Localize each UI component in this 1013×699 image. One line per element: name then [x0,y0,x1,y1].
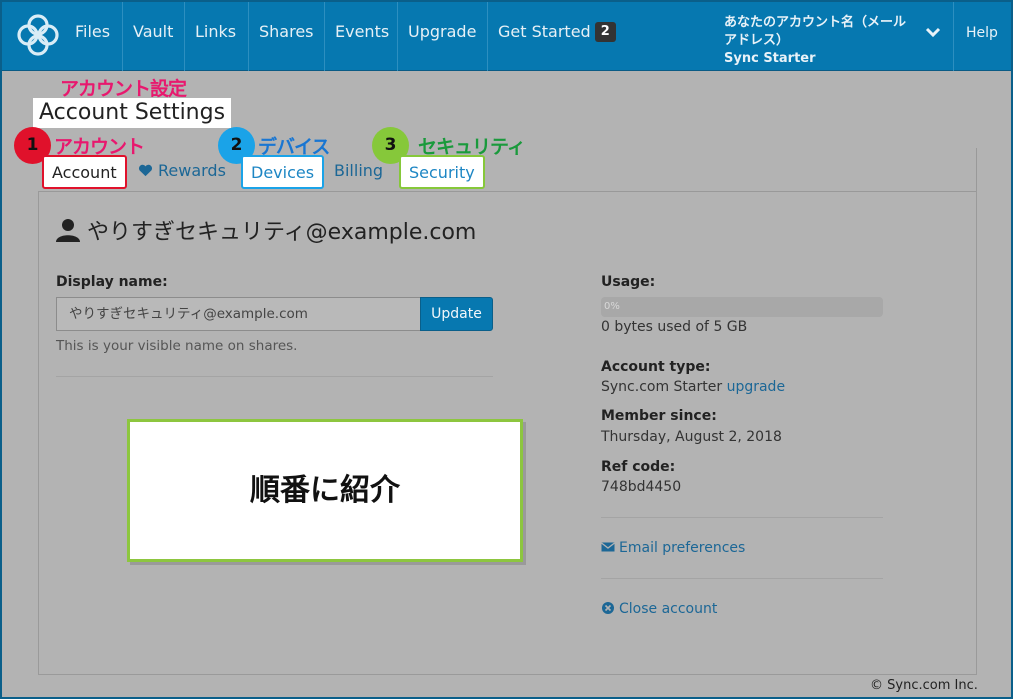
account-email-heading: やりすぎセキュリティ@example.com [87,220,477,245]
account-plan: Sync Starter [724,51,816,66]
email-preferences-label: Email preferences [619,540,746,556]
top-navbar: Files Vault Links Shares Events Upgrade … [2,2,1011,71]
sync-logo-icon[interactable] [14,11,62,59]
tab-billing[interactable]: Billing [326,155,391,189]
footer-copyright: © Sync.com Inc. [870,678,978,693]
nav-vault[interactable]: Vault [122,2,183,71]
usage-label: Usage: [601,274,656,290]
annotation-callout: 順番に紹介 [127,419,523,562]
usage-detail: 0 bytes used of 5 GB [601,319,748,335]
nav-get-started-label: Get Started [498,22,591,41]
tab-rewards[interactable]: Rewards [130,155,234,189]
member-since-value: Thursday, August 2, 2018 [601,429,782,445]
ref-code-value: 748bd4450 [601,479,682,495]
chevron-down-icon[interactable] [924,23,942,41]
tab-account[interactable]: Account [42,155,127,189]
nav-events[interactable]: Events [324,2,399,71]
usage-progress-bar: 0% [601,297,883,317]
envelope-icon [601,542,615,552]
page-title: Account Settings [33,98,232,128]
account-type-row: Sync.com Starter upgrade [601,379,785,395]
account-type-label: Account type: [601,359,711,375]
divider [601,578,883,579]
get-started-badge: 2 [594,22,616,42]
annotation-title-jp: アカウント設定 [60,78,187,100]
account-name: あなたのアカウント名（メールアドレス） [724,15,907,48]
close-account-link[interactable]: Close account [601,601,717,617]
display-name-input[interactable]: やりすぎセキュリティ@example.com [56,297,421,331]
email-preferences-link[interactable]: Email preferences [601,540,745,556]
close-circle-icon [602,602,614,614]
ref-code-label: Ref code: [601,459,676,475]
close-account-label: Close account [619,601,718,617]
member-since-label: Member since: [601,408,717,424]
divider [56,376,493,377]
divider [601,517,883,518]
heart-icon [138,164,153,177]
account-type-value: Sync.com Starter [601,379,723,395]
account-menu[interactable]: あなたのアカウント名（メールアドレス） Sync Starter [724,14,914,68]
nav-upgrade[interactable]: Upgrade [397,2,486,71]
nav-get-started[interactable]: Get Started 2 [487,2,626,71]
nav-links[interactable]: Links [184,2,246,71]
update-button[interactable]: Update [420,297,493,331]
nav-files[interactable]: Files [65,2,120,71]
upgrade-link[interactable]: upgrade [727,379,785,395]
tabs-divider [976,148,977,192]
display-name-help: This is your visible name on shares. [56,338,298,354]
user-icon [56,219,80,242]
help-link[interactable]: Help [953,2,1010,71]
display-name-label: Display name: [56,274,168,290]
nav-shares[interactable]: Shares [248,2,324,71]
usage-percent-text: 0% [604,301,620,312]
tab-rewards-label: Rewards [158,161,226,180]
tab-devices[interactable]: Devices [241,155,325,189]
tab-security[interactable]: Security [399,155,485,189]
